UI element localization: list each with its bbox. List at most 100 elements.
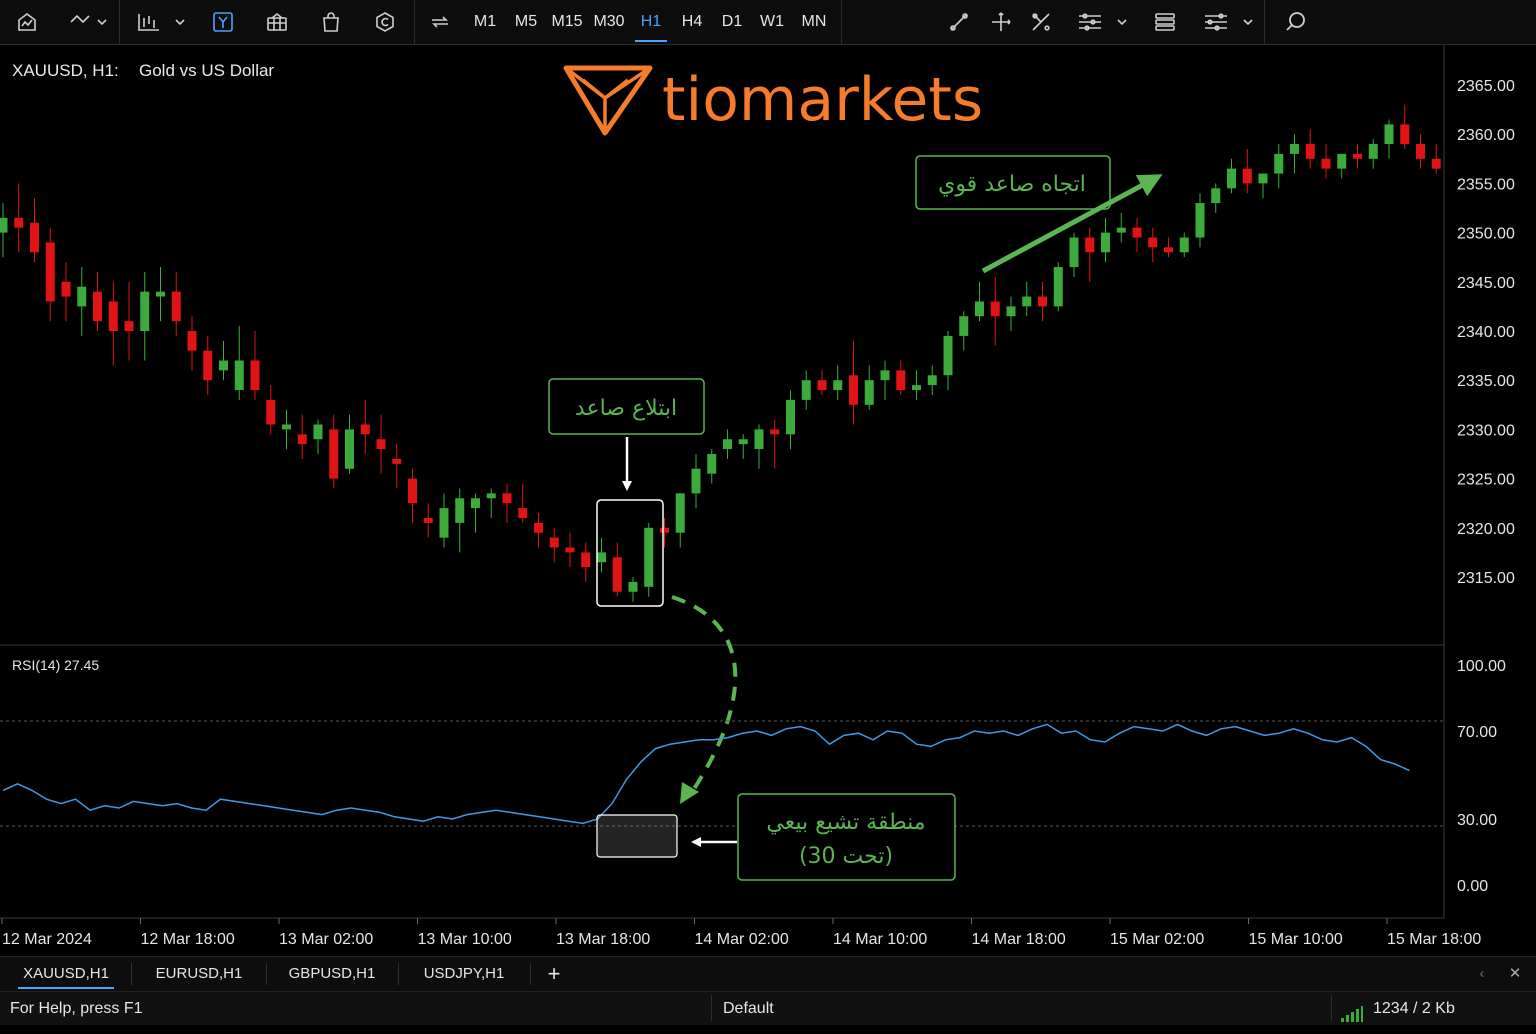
candle-body <box>1022 296 1032 307</box>
candle-body <box>581 552 591 568</box>
search-icon[interactable] <box>1280 0 1312 44</box>
candle-body <box>77 286 87 307</box>
drawing-tools-icon[interactable] <box>1026 0 1056 44</box>
price-axis-label: 2340.00 <box>1457 324 1515 341</box>
layers-icon[interactable] <box>1150 0 1180 44</box>
price-axis-label: 2330.00 <box>1457 422 1515 439</box>
symbol-name: Gold vs US Dollar <box>139 61 274 80</box>
replay-icon[interactable] <box>425 0 455 44</box>
candle-body <box>1069 237 1079 268</box>
timeframe-d1[interactable]: D1 <box>712 0 752 44</box>
candle-body <box>754 429 764 450</box>
candle-body <box>455 498 465 523</box>
tab-usdjpy[interactable]: USDJPY,H1 <box>408 957 520 991</box>
candle-body <box>1132 227 1142 238</box>
candle-body <box>1353 153 1362 159</box>
candle-body <box>534 522 543 533</box>
candle-body <box>1400 124 1410 145</box>
home-chart-icon[interactable] <box>8 0 46 44</box>
candle-body <box>423 517 433 523</box>
tiomarkets-logo: tiomarkets <box>563 65 983 136</box>
timeframe-m1[interactable]: M1 <box>466 0 504 44</box>
timeframe-m15[interactable]: M15 <box>547 0 587 44</box>
candle-body <box>849 375 858 405</box>
candle-body <box>644 527 654 587</box>
templates-icon[interactable] <box>262 0 292 44</box>
time-axis-label: 14 Mar 10:00 <box>833 931 927 948</box>
candle-body <box>266 399 276 425</box>
candle-body <box>943 335 953 376</box>
candle-body <box>1337 153 1347 169</box>
time-axis-label: 12 Mar 18:00 <box>141 931 235 948</box>
oversold-highlight-box <box>596 814 678 858</box>
candle-body <box>1101 232 1110 253</box>
profile-name: Default <box>723 1000 774 1017</box>
candle-body <box>1164 247 1173 253</box>
crosshair-icon[interactable] <box>986 0 1016 44</box>
candle-body <box>345 429 354 469</box>
price-axis-label: 2315.00 <box>1457 570 1515 587</box>
tab-xauusd[interactable]: XAUUSD,H1 <box>10 957 122 991</box>
candle-body <box>975 301 984 317</box>
close-icon[interactable]: ✕ <box>1503 957 1527 991</box>
timeframe-w1[interactable]: W1 <box>752 0 792 44</box>
time-axis-label: 15 Mar 02:00 <box>1110 931 1204 948</box>
timeframe-mn[interactable]: MN <box>793 0 835 44</box>
traffic-counter: 1234 / 2 Kb <box>1373 1000 1455 1017</box>
candle-body <box>360 424 370 435</box>
candle-body <box>0 217 8 233</box>
indicators-icon[interactable] <box>132 0 190 44</box>
candle-body <box>30 222 39 253</box>
rsi-line <box>2 723 1410 825</box>
undo-redo-icon[interactable] <box>62 0 112 44</box>
timeframe-m30[interactable]: M30 <box>589 0 629 44</box>
expert-icon[interactable] <box>208 0 238 44</box>
candle-body <box>612 557 622 592</box>
timeframe-h1[interactable]: H1 <box>631 0 671 44</box>
time-axis-label: 13 Mar 18:00 <box>556 931 650 948</box>
tab-gbpusd[interactable]: GBPUSD,H1 <box>276 957 388 991</box>
candle-body <box>927 375 937 386</box>
candle-body <box>1321 158 1331 169</box>
candle-body <box>738 439 748 445</box>
timeframe-m5[interactable]: M5 <box>506 0 546 44</box>
candle-body <box>833 380 843 391</box>
add-tab-button[interactable]: + <box>540 957 568 991</box>
toolbar: M1 M5 M15 M30 H1 H4 D1 W1 MN <box>0 0 1536 45</box>
candle-body <box>1258 173 1268 184</box>
candle-body <box>1227 168 1236 189</box>
uptrend-annotation: اتجاه صاعد قوي <box>915 155 1163 274</box>
candle-body <box>187 331 197 351</box>
time-axis-label: 15 Mar 10:00 <box>1249 931 1343 948</box>
trendline-icon[interactable] <box>944 0 974 44</box>
rsi-axis-label: 30.00 <box>1457 812 1497 829</box>
candle-body <box>1274 153 1284 174</box>
candle-body <box>156 291 165 297</box>
candle-body <box>1038 296 1047 307</box>
candle-body <box>959 316 969 336</box>
copyright-icon[interactable] <box>370 0 400 44</box>
objects-list-icon[interactable] <box>1074 0 1130 44</box>
candle-body <box>219 360 228 371</box>
scroll-left-icon[interactable]: ‹ <box>1470 957 1494 991</box>
candle-body <box>565 547 575 553</box>
candle-body <box>1290 144 1299 154</box>
tab-eurusd[interactable]: EURUSD,H1 <box>142 957 256 991</box>
shopping-bag-icon[interactable] <box>316 0 346 44</box>
time-axis-label: 13 Mar 02:00 <box>279 931 373 948</box>
rsi-pane: RSI(14) 27.45 100.00 70.00 30.00 0.00 منطقة… <box>0 657 1506 895</box>
oversold-sublabel: (تحت 30) <box>799 844 893 869</box>
candle-body <box>502 493 512 504</box>
settings-sliders-icon[interactable] <box>1200 0 1256 44</box>
engulfing-annotation: ابتلاع صاعد <box>548 378 705 607</box>
candle-body <box>691 468 701 494</box>
time-axis-label: 12 Mar 2024 <box>2 931 92 948</box>
time-axis: 12 Mar 2024 12 Mar 18:00 13 Mar 02:00 13 Ma… <box>1 918 1481 948</box>
candle-body <box>817 380 827 391</box>
timeframe-h4[interactable]: H4 <box>672 0 712 44</box>
price-axis-label: 2350.00 <box>1457 226 1515 243</box>
chart-area[interactable]: 2365.00 2360.00 2355.00 2350.00 2345.00 2340.… <box>0 45 1536 955</box>
candle-body <box>628 581 638 592</box>
price-axis: 2365.00 2360.00 2355.00 2350.00 2345.00 2340.… <box>1457 78 1515 587</box>
candle-body <box>518 508 528 518</box>
